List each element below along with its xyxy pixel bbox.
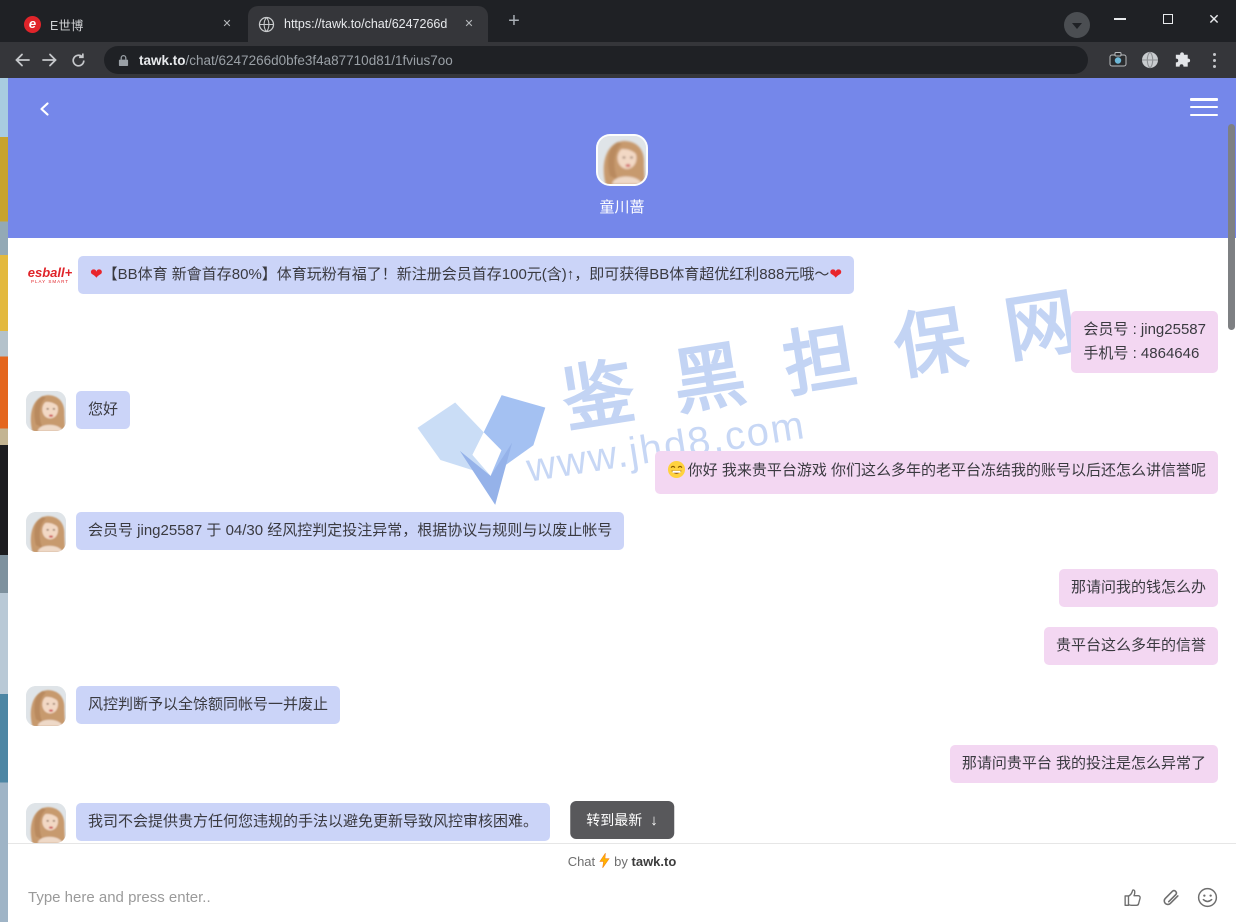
screenshot-camera-button[interactable] [1104, 46, 1132, 74]
window-minimize-button[interactable] [1098, 0, 1142, 38]
kebab-menu-icon [1213, 53, 1216, 68]
forward-button[interactable] [36, 46, 64, 74]
new-tab-button[interactable]: + [502, 10, 526, 34]
agent-avatar [596, 134, 648, 186]
address-bar[interactable]: tawk.to/chat/6247266d0bfe3f4a87710d81/1f… [104, 46, 1088, 74]
agent-avatar [26, 512, 66, 552]
emoji-picker-button[interactable] [1196, 886, 1220, 910]
tab-title: E世博 [50, 15, 210, 34]
hamburger-icon [1190, 98, 1218, 101]
agent-avatar [26, 803, 66, 843]
message-list: 鉴黑担保网 www.jhd8.com esball+ PLAY SMART ❤【… [8, 238, 1236, 843]
message-row: 会员号 : jing25587 手机号 : 4864646 [8, 311, 1236, 373]
grin-emoji [667, 460, 686, 485]
agent-avatar [26, 391, 66, 431]
message-row: 风控判断予以全馀额同帐号一并废止 [8, 686, 1236, 726]
url-host: tawk.to [139, 53, 186, 68]
tab-close-icon[interactable]: ✕ [460, 15, 478, 33]
visitor-message-bubble: 那请问我的钱怎么办 [1059, 569, 1218, 607]
agent-message-bubble: 风控判断予以全馀额同帐号一并废止 [76, 686, 340, 724]
message-row: 你好 我来贵平台游戏 你们这么多年的老平台冻结我的账号以后还怎么讲信誉呢 [8, 451, 1236, 494]
message-row: 那请问贵平台 我的投注是怎么异常了 [8, 745, 1236, 783]
tab-search-caret-button[interactable] [1064, 12, 1090, 38]
chat-header: 童川蔷 [8, 78, 1236, 238]
browser-menu-button[interactable] [1200, 46, 1228, 74]
message-row: 贵平台这么多年的信誉 [8, 627, 1236, 665]
lightning-icon [599, 853, 610, 871]
tab-tawkto[interactable]: https://tawk.to/chat/6247266d ✕ [248, 6, 488, 42]
globe-favicon-icon [258, 16, 275, 33]
window-maximize-button[interactable] [1146, 0, 1190, 38]
reload-button[interactable] [64, 46, 92, 74]
scroll-to-latest-button[interactable]: 转到最新 ↓ [570, 801, 674, 839]
message-input-row [28, 882, 996, 912]
lock-icon [118, 54, 129, 67]
caret-down-icon [1072, 23, 1082, 29]
chat-widget: 童川蔷 鉴黑担保网 www.jhd8.com esball+ PLAY SMAR… [8, 78, 1236, 922]
back-button[interactable] [8, 46, 36, 74]
minimize-icon [1114, 18, 1126, 20]
esball-logo: esball+ PLAY SMART [26, 266, 74, 285]
visitor-message-bubble: 会员号 : jing25587 手机号 : 4864646 [1071, 311, 1218, 373]
agent-name: 童川蔷 [599, 196, 644, 217]
agent-message-bubble: 会员号 jing25587 于 04/30 经风控判定投注异常，根据协议与规则与… [76, 512, 624, 550]
heart-icon: ❤ [90, 266, 103, 283]
url-path: /chat/6247266d0bfe3f4a87710d81/1fvius7oo [186, 53, 453, 68]
chat-footer: Chatby tawk.to [8, 843, 1236, 922]
message-row: 您好 [8, 391, 1236, 431]
promo-message-bubble: ❤【BB体育 新會首存80%】体育玩粉有福了！新注册会员首存100元(含)↑，即… [78, 256, 854, 294]
thumbs-up-button[interactable] [1122, 886, 1146, 910]
visitor-message-bubble: 你好 我来贵平台游戏 你们这么多年的老平台冻结我的账号以后还怎么讲信誉呢 [655, 451, 1218, 494]
down-arrow-icon: ↓ [650, 812, 658, 829]
tawkto-chat-page: 童川蔷 鉴黑担保网 www.jhd8.com esball+ PLAY SMAR… [0, 78, 1236, 922]
agent-message-bubble: 我司不会提供贵方任何您违规的手法以避免更新导致风控审核困难。 [76, 803, 550, 841]
tab-close-icon[interactable]: ✕ [218, 15, 236, 33]
tab-strip: e E世博 ✕ https://tawk.to/chat/6247266d ✕ … [0, 0, 1236, 42]
attach-file-button[interactable] [1159, 886, 1183, 910]
window-close-button[interactable]: ✕ [1192, 0, 1236, 38]
chat-menu-button[interactable] [1190, 96, 1218, 118]
message-row: 那请问我的钱怎么办 [8, 569, 1236, 607]
visitor-message-bubble: 那请问贵平台 我的投注是怎么异常了 [950, 745, 1218, 783]
agent-avatar [26, 686, 66, 726]
maximize-icon [1163, 14, 1173, 24]
tawkto-branding: Chatby tawk.to [8, 844, 1236, 871]
browser-toolbar: tawk.to/chat/6247266d0bfe3f4a87710d81/1f… [0, 42, 1236, 78]
tab-title: https://tawk.to/chat/6247266d [284, 17, 452, 31]
esball-favicon-icon: e [24, 16, 41, 33]
tab-esbo[interactable]: e E世博 ✕ [14, 6, 246, 42]
chat-back-button[interactable] [30, 94, 60, 124]
page-scrollbar-thumb[interactable] [1228, 124, 1235, 330]
heart-icon: ❤ [829, 266, 842, 283]
message-row: esball+ PLAY SMART ❤【BB体育 新會首存80%】体育玩粉有福… [8, 256, 1236, 294]
translate-globe-button[interactable] [1136, 46, 1164, 74]
message-row: 会员号 jing25587 于 04/30 经风控判定投注异常，根据协议与规则与… [8, 512, 1236, 552]
visitor-message-bubble: 贵平台这么多年的信誉 [1044, 627, 1218, 665]
extensions-puzzle-button[interactable] [1168, 46, 1196, 74]
message-input[interactable] [28, 882, 996, 912]
underlying-page-edge [0, 78, 8, 922]
chevron-left-icon [37, 101, 53, 117]
agent-message-bubble: 您好 [76, 391, 130, 429]
